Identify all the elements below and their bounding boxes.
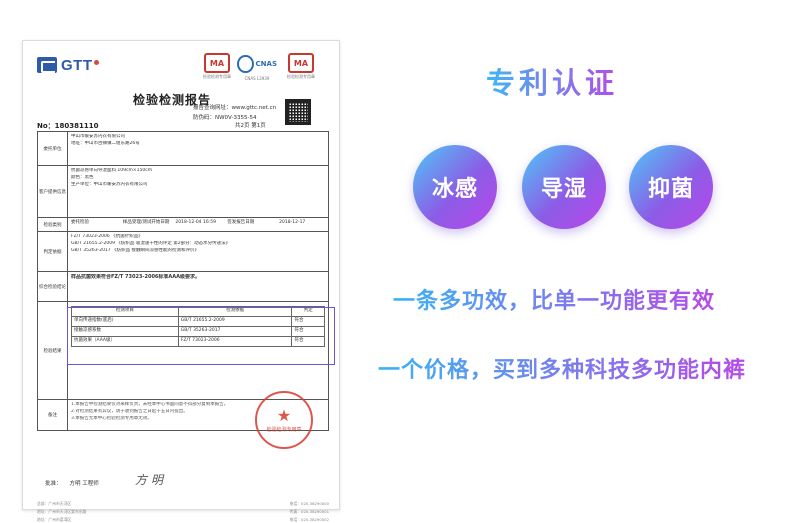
client-label: 委托单位 xyxy=(38,132,68,165)
cnas-ring-icon xyxy=(237,55,254,73)
footer-text: 电话：020-38290002 xyxy=(289,517,329,522)
feature-badge-moisture-wicking: 导湿 xyxy=(522,145,606,229)
cma-label: MA xyxy=(209,58,225,68)
basis-line: FZ/T 73023-2006 《抗菌针织品》 xyxy=(71,234,143,239)
sample-line: 生产单位：中山市暖安苏内衣有限公司 xyxy=(71,181,148,187)
approver-label: 批准： xyxy=(45,481,62,487)
cnas-label: CNAS xyxy=(255,60,277,68)
result-item: 抗菌效果（AAA级） xyxy=(71,335,179,347)
client-row: 委托单位 中山市暖安苏内衣有限公司 地址：中山市古镇镇二组东路26号 xyxy=(38,132,328,166)
feature-badge-antibacterial: 抑菌 xyxy=(629,145,713,229)
report-date: 2018-12-17 xyxy=(279,220,306,225)
result-basis: GB/T 21655.2-2009 xyxy=(177,315,293,327)
logo-text: GTT xyxy=(61,56,93,74)
seal-text: 检验检测专用章 xyxy=(266,426,302,433)
badge-label: 抑菌 xyxy=(647,177,694,202)
conclusion-label: 综合检验结论 xyxy=(38,272,68,301)
query-site: 报告查询网址：www.gttc.net.cn xyxy=(193,105,277,111)
test-date: 2018-12-04 16:59 xyxy=(175,220,216,225)
test-date-label: 样品受理/测试开始日期 xyxy=(122,220,170,225)
result-judgement: 符合 xyxy=(291,315,325,327)
conclusion-text: 样品抗菌效果符合FZ/T 73023-2006标准AAA级要求。 xyxy=(71,274,201,280)
cert-note: 检验检测专用章 xyxy=(287,74,315,79)
table-row: 单向传递指数(底后) GB/T 21655.2-2009 符合 xyxy=(71,315,325,327)
report-number: No：180381110 xyxy=(37,122,99,130)
cert-note: CNAS L3939 xyxy=(244,76,270,81)
gtt-logo: GTT xyxy=(37,55,99,75)
feature-badge-cooling: 冰感 xyxy=(413,145,497,229)
qr-code-icon xyxy=(285,99,311,125)
result-basis: GB/T 35263-2017 xyxy=(177,325,293,337)
results-header: 判定 xyxy=(291,306,325,317)
test-report-document: GTT MA 检验检测专用章 CNAS CNAS L3939 MA 检验检测专用… xyxy=(22,40,340,522)
headline-patent-certification: 专利认证 xyxy=(486,60,618,102)
footer-text: 总部：广州市天河区 xyxy=(37,501,72,506)
report-table: 委托单位 中山市暖安苏内衣有限公司 地址：中山市古镇镇二组东路26号 客户提供信… xyxy=(37,131,329,431)
test-type-row: 检验类别 委托检验 样品受理/测试开始日期 2018-12-04 16:59 签… xyxy=(38,218,328,232)
result-item: 接触凉感系数 xyxy=(71,325,179,337)
logo-dot-icon xyxy=(93,59,99,65)
official-seal: ★ 检验检测专用章 xyxy=(255,391,313,449)
basis-row: 判定依据 FZ/T 73023-2006 《抗菌针织品》 GB/T 21655.… xyxy=(38,232,328,272)
cert-note: 检验检测专用章 xyxy=(203,74,231,79)
sample-label: 客户提供信息 xyxy=(38,166,68,217)
ma-label: MA xyxy=(293,58,309,68)
basis-line: GB/T 21655.2-2009 《纺织品 吸湿速干性的评定 第2部分：动态水… xyxy=(71,240,231,246)
results-header: 检测项目 xyxy=(71,306,179,317)
document-footer: 总部：广州市天河区 电话：020-38290000 地址：广州市天河区棠东东路 传真… xyxy=(37,501,329,523)
basis-label: 判定依据 xyxy=(38,232,68,271)
result-basis: FZ/T 73023-2006 xyxy=(177,335,293,347)
handwritten-signature: 方明 xyxy=(135,473,168,487)
sample-row: 客户提供信息 抗菌凉感单向导湿面料 109cm×150cm 颜色：黑色 生产单位… xyxy=(38,166,328,218)
approver-role: 方明 工程师 xyxy=(69,481,99,487)
gtt-logo-icon xyxy=(37,57,57,73)
tagline-one-price: 一个价格，买到多种科技多功能内裤 xyxy=(378,352,746,384)
footer-text: 电话：020-38290000 xyxy=(289,501,329,506)
detail-label: 检验结果 xyxy=(38,302,68,399)
results-header: 检测依据 xyxy=(177,306,293,317)
result-judgement: 符合 xyxy=(291,335,325,347)
client-line: 地址：中山市古镇镇二组东路26号 xyxy=(71,140,140,146)
ma-cert-badge: MA 检验检测专用章 xyxy=(287,53,315,80)
cma-cert-badge: MA 检验检测专用章 xyxy=(203,53,231,80)
anti-fake-code: 防伪码：NW0V-3355-54 xyxy=(193,115,257,121)
star-icon: ★ xyxy=(276,405,292,425)
sample-line: 抗菌凉感单向导湿面料 109cm×150cm xyxy=(71,168,153,173)
footer-text: 地址：广州市荔湾区 xyxy=(37,517,72,522)
footer-text: 地址：广州市天河区棠东东路 xyxy=(37,509,87,514)
footer-text: 传真：020-38290001 xyxy=(289,509,329,514)
test-label: 检验类别 xyxy=(38,218,68,231)
results-table: 检测项目 检测依据 判定 单向传递指数(底后) GB/T 21655.2-200… xyxy=(71,306,325,347)
sample-line: 颜色：黑色 xyxy=(71,174,94,180)
client-line: 中山市暖安苏内衣有限公司 xyxy=(71,134,125,139)
results-row: 检验结果 检测项目 检测依据 判定 单向传递指数(底后) GB/T 21655.… xyxy=(38,302,328,400)
conclusion-row: 综合检验结论 样品抗菌效果符合FZ/T 73023-2006标准AAA级要求。 xyxy=(38,272,328,302)
test-type: 委托检验 xyxy=(71,220,89,225)
basis-line: GB/T 35263-2017 《纺织品 接触瞬间凉感性能的检测和评价》 xyxy=(71,247,200,253)
cnas-cert-badge: CNAS CNAS L3939 xyxy=(237,53,277,81)
approver-row: 批准： 方明 工程师 xyxy=(45,479,99,487)
page-indicator: 共2页 第1页 xyxy=(235,123,266,129)
report-date-label: 签发报告日期 xyxy=(227,220,255,225)
badge-label: 冰感 xyxy=(431,177,478,202)
remark-label: 备注 xyxy=(38,400,68,430)
badge-label: 导湿 xyxy=(540,177,587,202)
table-row: 接触凉感系数 GB/T 35263-2017 符合 xyxy=(71,325,325,337)
tagline-multi-effect: 一条多功效，比单一功能更有效 xyxy=(393,283,715,315)
table-row: 抗菌效果（AAA级） FZ/T 73023-2006 符合 xyxy=(71,335,325,347)
result-item: 单向传递指数(底后) xyxy=(71,315,179,327)
result-judgement: 符合 xyxy=(291,325,325,337)
